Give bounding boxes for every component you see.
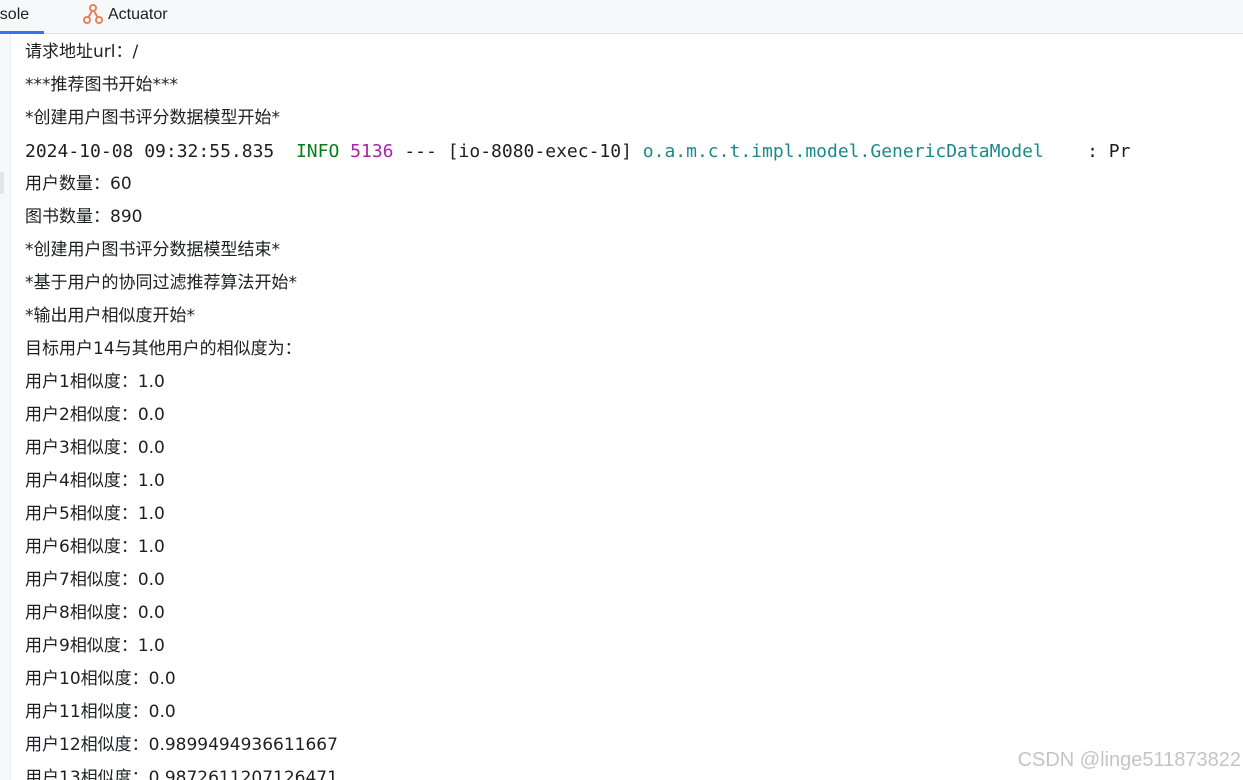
console-line-book-count: 图书数量：890: [25, 207, 143, 227]
console-line-cf-start: *基于用户的协同过滤推荐算法开始*: [25, 273, 297, 293]
similarity-line: 用户9相似度：1.0: [25, 636, 165, 656]
console-line-target-header: 目标用户14与其他用户的相似度为：: [25, 339, 302, 359]
console-gutter: [0, 34, 11, 780]
similarity-line: 用户4相似度：1.0: [25, 471, 165, 491]
similarity-line: 用户1相似度：1.0: [25, 372, 165, 392]
log-message: : Pr: [1087, 141, 1131, 162]
console-output[interactable]: 请求地址url：/ ***推荐图书开始*** *创建用户图书评分数据模型开始* …: [25, 36, 1243, 780]
similarity-line: 用户7相似度：0.0: [25, 570, 165, 590]
watermark: CSDN @linge511873822: [1017, 749, 1241, 771]
similarity-line: 用户10相似度：0.0: [25, 669, 176, 689]
similarity-line: 用户3相似度：0.0: [25, 438, 165, 458]
log-separator: ---: [404, 141, 437, 162]
log-pid: 5136: [350, 141, 394, 162]
actuator-icon: [83, 4, 103, 24]
similarity-line: 用户5相似度：1.0: [25, 504, 165, 524]
console-line-similarity-start: *输出用户相似度开始*: [25, 306, 195, 326]
log-timestamp: 2024-10-08 09:32:55.835: [25, 141, 275, 162]
console-line-model-create-start: *创建用户图书评分数据模型开始*: [25, 108, 280, 128]
console-line-model-create-end: *创建用户图书评分数据模型结束*: [25, 240, 280, 260]
tab-console[interactable]: onsole: [0, 0, 62, 34]
log-logger-link[interactable]: o.a.m.c.t.impl.model.GenericDataModel: [643, 141, 1044, 162]
fold-marker: [0, 172, 4, 194]
tab-actuator[interactable]: Actuator: [82, 0, 192, 34]
log-thread: [io-8080-exec-10]: [447, 141, 632, 162]
console-line-log: 2024-10-08 09:32:55.835 INFO 5136 --- [i…: [25, 135, 1243, 168]
similarity-line: 用户8相似度：0.0: [25, 603, 165, 623]
tool-window-tabbar: onsole Actuator: [0, 0, 1243, 34]
log-level: INFO: [295, 141, 340, 162]
console-line-recommend-start: ***推荐图书开始***: [25, 75, 178, 95]
similarity-line: 用户11相似度：0.0: [25, 702, 176, 722]
console-line-user-count: 用户数量：60: [25, 174, 132, 194]
tab-console-label: onsole: [0, 6, 30, 23]
tab-actuator-label: Actuator: [108, 6, 168, 23]
similarity-line: 用户2相似度：0.0: [25, 405, 165, 425]
console-line-request-url: 请求地址url：/: [25, 42, 139, 62]
similarity-line: 用户6相似度：1.0: [25, 537, 165, 557]
